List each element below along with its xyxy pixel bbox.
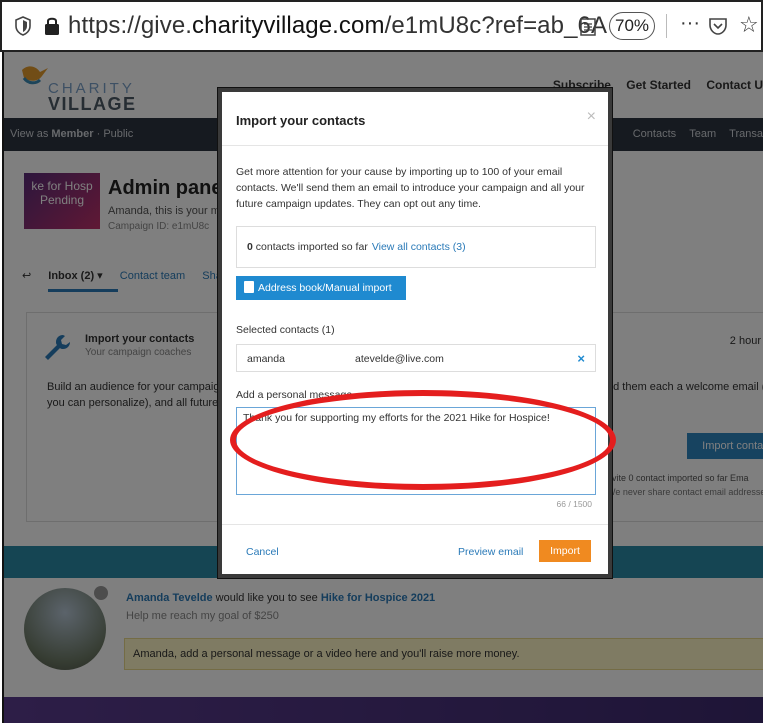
divider [666,14,667,38]
close-icon[interactable]: × [587,108,596,126]
view-all-contacts-link[interactable]: View all contacts (3) [372,241,466,253]
modal-intro-text: Get more attention for your cause by imp… [236,166,585,210]
preview-email-button[interactable]: Preview email [458,546,523,558]
modal-title: Import your contacts [236,113,366,128]
address-book-import-button[interactable]: Address book/Manual import [236,276,406,300]
import-button[interactable]: Import [539,540,591,562]
url-host: charityvillage.com [192,12,385,39]
zoom-level[interactable]: 70% [609,12,655,40]
pocket-icon[interactable] [708,16,728,36]
url-path: /e1mU8c?ref=ab_6A [384,12,608,39]
url-prefix: https://give. [68,12,193,39]
more-actions-icon[interactable]: ··· [680,12,700,35]
personal-message-label: Add a personal message [236,389,353,401]
url-text[interactable]: https://give.charityvillage.com/e1mU8c?r… [68,12,607,40]
bookmark-star-icon[interactable]: ☆ [739,12,759,38]
address-book-icon [244,281,254,293]
imported-count-label: contacts imported so far [252,241,368,253]
reader-view-icon[interactable] [580,18,596,36]
lock-icon[interactable] [44,16,60,36]
import-contacts-modal: Import your contacts × Get more attentio… [218,88,612,578]
address-book-button-label: Address book/Manual import [258,282,392,294]
shield-icon[interactable] [14,16,32,36]
contacts-imported-box: 0 contacts imported so far View all conta… [236,226,596,268]
remove-contact-icon[interactable]: × [577,351,585,366]
personal-message-textarea[interactable]: Thank you for supporting my efforts for … [236,407,596,495]
selected-contact-email: atevelde@live.com [355,353,444,365]
browser-url-bar: https://give.charityvillage.com/e1mU8c?r… [0,0,763,52]
cancel-button[interactable]: Cancel [246,546,279,558]
selected-contact-row: amanda atevelde@live.com × [236,344,596,372]
selected-contacts-label: Selected contacts (1) [236,324,335,336]
selected-contact-name: amanda [247,353,285,365]
character-counter: 66 / 1500 [556,499,592,509]
modal-header: Import your contacts × [222,92,608,146]
